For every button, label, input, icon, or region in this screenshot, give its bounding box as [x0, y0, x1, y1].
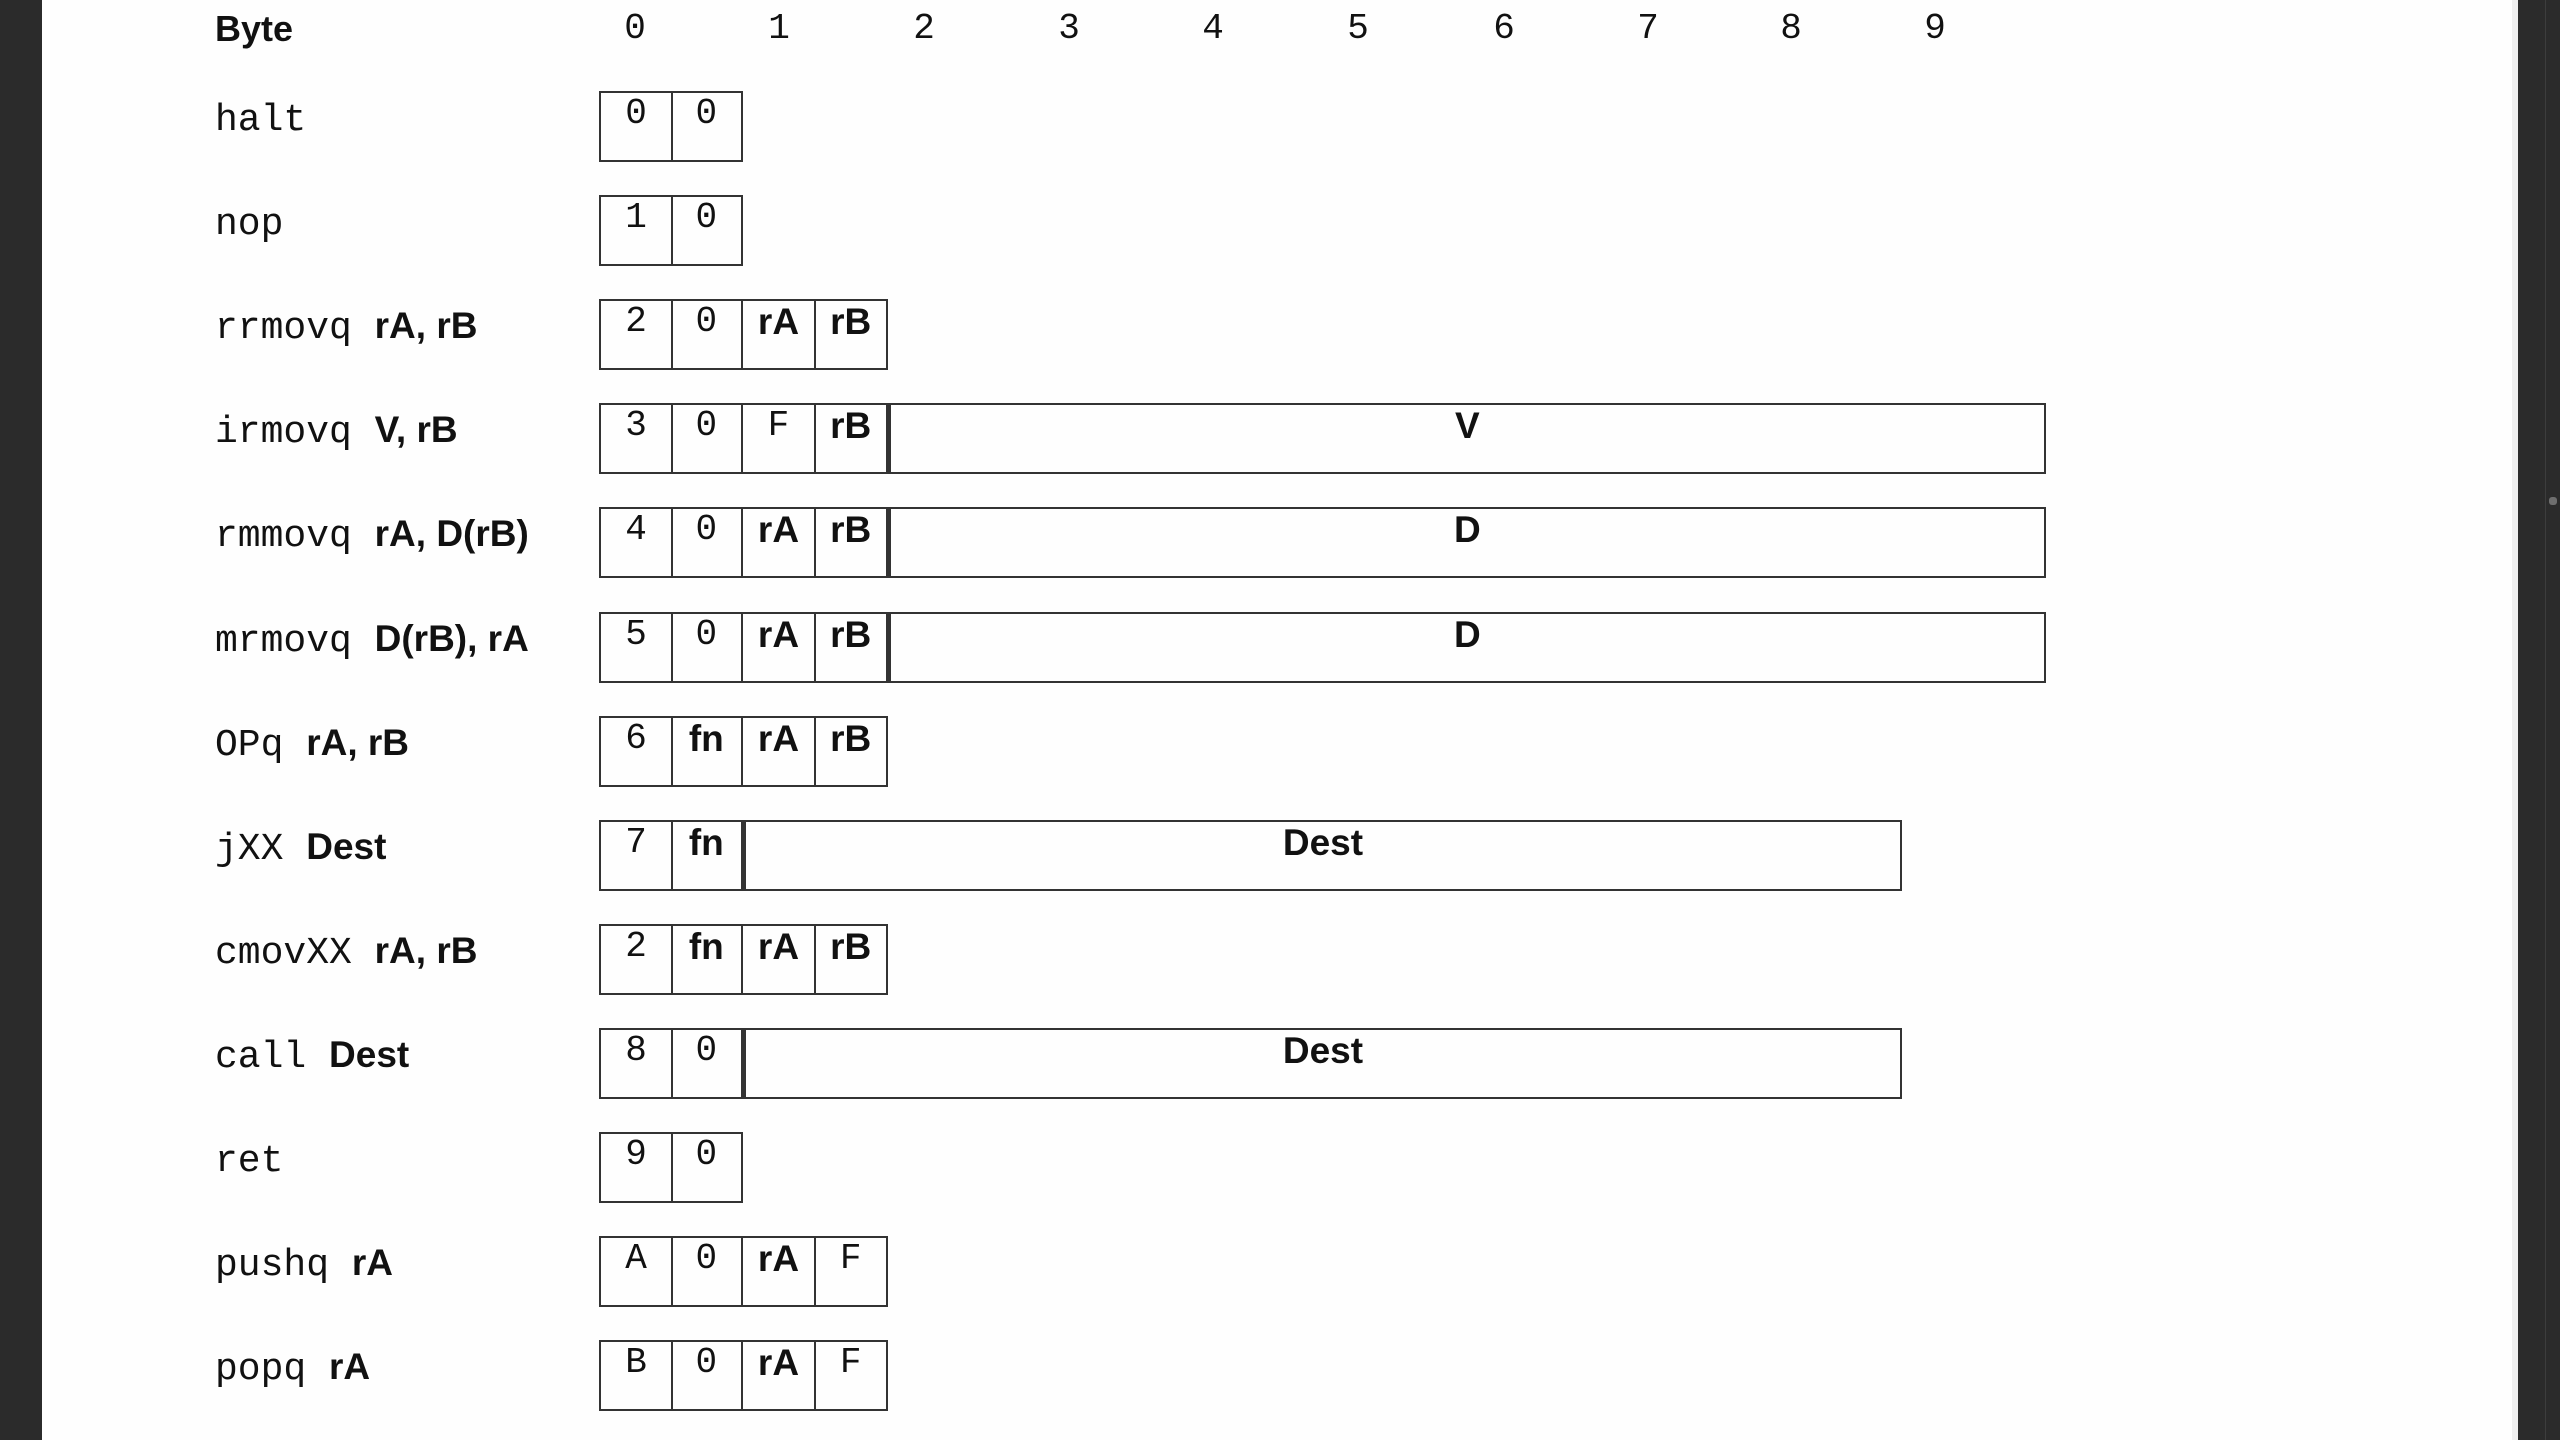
encoding-cell: 0	[671, 403, 744, 475]
encoding-cell: F	[815, 1340, 888, 1412]
instruction-label: halt	[215, 91, 306, 160]
encoding-cell: 0	[671, 299, 744, 371]
encoding-cell: 2	[599, 299, 674, 371]
instruction-mnemonic: irmovq	[215, 411, 375, 455]
encoding-cell: F	[815, 1236, 888, 1308]
byte-column-number: 9	[1924, 8, 1946, 49]
encoding-cell: 0	[671, 1027, 744, 1099]
byte-header-label: Byte	[215, 8, 294, 49]
byte-column-number: 7	[1637, 8, 1659, 49]
scrollbar-track[interactable]	[2545, 0, 2546, 1440]
instruction-operands: rA, D(rB)	[374, 513, 529, 555]
instruction-label: jXX Dest	[215, 820, 386, 889]
instruction-mnemonic: pushq	[215, 1244, 352, 1288]
encoding-cell: F	[743, 403, 816, 475]
encoding-cell: 0	[671, 1236, 744, 1308]
encoding-cell: 5	[599, 611, 674, 683]
encoding-cell: 1	[599, 195, 674, 267]
instruction-mnemonic: cmovXX	[215, 931, 375, 975]
encoding-cell: rA	[743, 715, 816, 787]
instruction-operands: Dest	[306, 825, 387, 867]
scrollbar-thumb[interactable]	[2549, 497, 2557, 505]
byte-column-number: 6	[1493, 8, 1515, 49]
instruction-mnemonic: rmmovq	[215, 515, 375, 559]
encoding-cell: B	[599, 1340, 674, 1412]
instruction-operands: rA	[329, 1346, 371, 1388]
instruction-operands: rA, rB	[374, 305, 478, 347]
instruction-operands: rA, rB	[374, 929, 478, 971]
encoding-cell: 0	[671, 1132, 744, 1203]
encoding-cell: rA	[743, 299, 816, 371]
instruction-label: ret	[215, 1132, 283, 1201]
encoding-cell: 0	[671, 91, 744, 162]
instruction-mnemonic: OPq	[215, 723, 307, 767]
byte-column-number: 2	[913, 8, 935, 49]
instruction-label: rmmovq rA, D(rB)	[215, 507, 529, 576]
encoding-cell: rA	[743, 611, 816, 683]
instruction-mnemonic: call	[215, 1035, 330, 1079]
encoding-cell: D	[887, 507, 2046, 579]
instruction-mnemonic: ret	[215, 1140, 284, 1183]
encoding-cell: 6	[599, 715, 674, 787]
encoding-cell: 2	[599, 923, 674, 995]
byte-column-number: 1	[768, 8, 790, 49]
encoding-cell: rB	[815, 611, 888, 683]
instruction-mnemonic: rrmovq	[215, 307, 375, 351]
byte-column-number: 5	[1347, 8, 1369, 49]
instruction-mnemonic: popq	[215, 1348, 330, 1392]
instruction-operands: D(rB), rA	[374, 617, 529, 659]
document-page: Byte 0123456789 halt 0 0 nop 1 0 rrmovq rA, rB…	[42, 0, 2512, 1440]
encoding-cell: rB	[815, 403, 888, 475]
byte-column-number: 0	[624, 8, 646, 49]
instruction-label: nop	[215, 195, 283, 264]
encoding-cell: 3	[599, 403, 674, 475]
encoding-cell: fn	[671, 819, 744, 891]
instruction-operands: rA	[351, 1242, 393, 1284]
encoding-cell: 0	[599, 91, 674, 162]
instruction-label: rrmovq rA, rB	[215, 299, 477, 368]
encoding-cell: rA	[743, 923, 816, 995]
instruction-operands: V, rB	[374, 409, 458, 451]
encoding-cell: Dest	[743, 1027, 1902, 1099]
instruction-mnemonic: jXX	[215, 827, 307, 871]
encoding-cell: rA	[743, 1236, 816, 1308]
instruction-operands: Dest	[329, 1033, 410, 1075]
encoding-cell: D	[887, 611, 2046, 683]
encoding-cell: 7	[599, 819, 674, 891]
encoding-cell: V	[887, 403, 2046, 475]
encoding-cell: 4	[599, 507, 674, 579]
encoding-cell: fn	[671, 715, 744, 787]
encoding-cell: rB	[815, 299, 888, 371]
page-gutter	[2512, 0, 2518, 1440]
encoding-cell: fn	[671, 923, 744, 995]
byte-column-number: 8	[1780, 8, 1802, 49]
instruction-label: popq rA	[215, 1340, 370, 1409]
encoding-cell: rB	[815, 715, 888, 787]
encoding-cell: rB	[815, 507, 888, 579]
encoding-cell: 0	[671, 611, 744, 683]
byte-column-number: 4	[1202, 8, 1224, 49]
encoding-cell: 8	[599, 1027, 674, 1099]
instruction-label: irmovq V, rB	[215, 403, 458, 472]
encoding-cell: rB	[815, 923, 888, 995]
instruction-label: call Dest	[215, 1028, 409, 1097]
instruction-mnemonic: mrmovq	[215, 619, 375, 663]
instruction-mnemonic: halt	[215, 99, 307, 142]
instruction-operands: rA, rB	[306, 721, 410, 763]
instruction-label: pushq rA	[215, 1236, 393, 1305]
instruction-label: OPq rA, rB	[215, 716, 409, 785]
encoding-cell: A	[599, 1236, 674, 1308]
encoding-cell: rA	[743, 1340, 816, 1412]
encoding-cell: 9	[599, 1132, 674, 1203]
byte-column-number: 3	[1058, 8, 1080, 49]
encoding-cell: 0	[671, 195, 744, 267]
encoding-cell: 0	[671, 507, 744, 579]
instruction-label: cmovXX rA, rB	[215, 924, 477, 993]
instruction-label: mrmovq D(rB), rA	[215, 612, 529, 681]
encoding-cell: rA	[743, 507, 816, 579]
encoding-cell: 0	[671, 1340, 744, 1412]
encoding-cell: Dest	[743, 819, 1902, 891]
instruction-mnemonic: nop	[215, 203, 284, 247]
